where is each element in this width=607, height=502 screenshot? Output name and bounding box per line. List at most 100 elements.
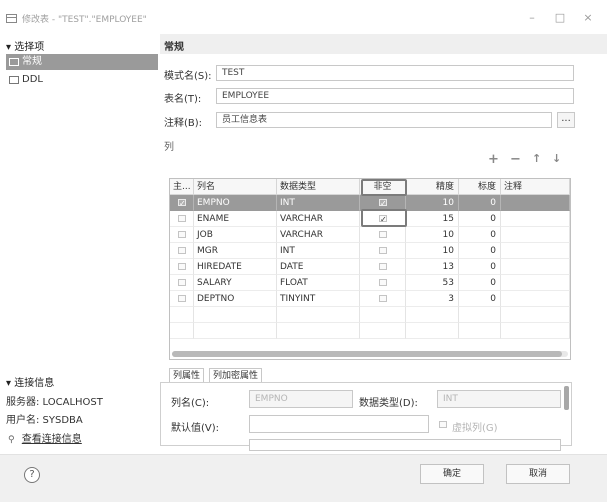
cell-pk[interactable] — [170, 195, 194, 211]
cell-notnull[interactable] — [360, 291, 406, 307]
datatype-field[interactable]: INT — [437, 390, 561, 408]
cell-notnull[interactable] — [360, 259, 406, 275]
tab-column-properties[interactable]: 列属性 — [169, 368, 205, 382]
cell-comment[interactable] — [501, 227, 570, 243]
cell-scale[interactable]: 0 — [459, 243, 501, 259]
comment-field[interactable]: 员工信息表 — [216, 112, 552, 128]
cell-precision[interactable]: 13 — [406, 259, 459, 275]
cell-name[interactable]: EMPNO — [194, 195, 277, 211]
header-precision[interactable]: 精度 — [406, 179, 459, 195]
properties-vertical-scrollbar[interactable] — [564, 386, 569, 410]
cell-name[interactable]: ENAME — [194, 211, 277, 227]
cell-comment[interactable] — [501, 275, 570, 291]
cell-scale[interactable]: 0 — [459, 291, 501, 307]
not-null-checkbox[interactable] — [379, 263, 387, 270]
header-type[interactable]: 数据类型 — [277, 179, 360, 195]
cell-notnull[interactable] — [360, 275, 406, 291]
primary-key-checkbox[interactable] — [178, 279, 186, 286]
cell-name[interactable]: HIREDATE — [194, 259, 277, 275]
cell-pk[interactable] — [170, 227, 194, 243]
cell-name[interactable]: JOB — [194, 227, 277, 243]
cell-precision[interactable]: 10 — [406, 227, 459, 243]
cell-pk[interactable] — [170, 211, 194, 227]
primary-key-checkbox[interactable] — [178, 215, 186, 222]
cell-type[interactable]: VARCHAR — [277, 211, 360, 227]
primary-key-checkbox[interactable] — [178, 196, 186, 210]
cell-pk[interactable] — [170, 291, 194, 307]
cell-precision[interactable]: 15 — [406, 211, 459, 227]
add-column-icon[interactable]: + — [488, 152, 499, 167]
cell-scale[interactable]: 0 — [459, 227, 501, 243]
maximize-button[interactable]: □ — [550, 10, 570, 26]
header-name[interactable]: 列名 — [194, 179, 277, 195]
cell-precision[interactable]: 53 — [406, 275, 459, 291]
cell-type[interactable]: VARCHAR — [277, 227, 360, 243]
move-up-icon[interactable]: ↑ — [532, 152, 541, 165]
cell-precision[interactable]: 10 — [406, 243, 459, 259]
options-section-header[interactable]: ▾ 选择项 — [6, 38, 44, 53]
nav-item-general[interactable]: 常规 — [6, 54, 158, 70]
primary-key-checkbox[interactable] — [178, 231, 186, 238]
not-null-checkbox[interactable] — [379, 247, 387, 254]
primary-key-checkbox[interactable] — [178, 247, 186, 254]
cell-comment[interactable] — [501, 259, 570, 275]
cell-comment[interactable] — [501, 195, 570, 211]
table-row[interactable]: MGR INT 10 0 — [170, 243, 570, 259]
table-name-field[interactable]: EMPLOYEE — [216, 88, 574, 104]
virtual-column-checkbox[interactable] — [439, 421, 447, 428]
cell-pk[interactable] — [170, 243, 194, 259]
move-down-icon[interactable]: ↓ — [552, 152, 561, 165]
close-button[interactable]: × — [578, 10, 598, 26]
cell-precision[interactable]: 3 — [406, 291, 459, 307]
table-row[interactable]: HIREDATE DATE 13 0 — [170, 259, 570, 275]
cell-name[interactable]: DEPTNO — [194, 291, 277, 307]
cell-scale[interactable]: 0 — [459, 195, 501, 211]
cell-scale[interactable]: 0 — [459, 211, 501, 227]
table-row[interactable]: JOB VARCHAR 10 0 — [170, 227, 570, 243]
cell-precision[interactable]: 10 — [406, 195, 459, 211]
default-field[interactable] — [249, 415, 429, 433]
connection-section-header[interactable]: ▾ 连接信息 — [6, 374, 54, 389]
ok-button[interactable]: 确定 — [420, 464, 484, 484]
cell-comment[interactable] — [501, 291, 570, 307]
cell-comment[interactable] — [501, 243, 570, 259]
tab-column-encryption[interactable]: 列加密属性 — [209, 368, 263, 382]
extra-field[interactable] — [249, 439, 561, 451]
cell-pk[interactable] — [170, 275, 194, 291]
cell-type[interactable]: DATE — [277, 259, 360, 275]
primary-key-checkbox[interactable] — [178, 295, 186, 302]
cell-type[interactable]: TINYINT — [277, 291, 360, 307]
remove-column-icon[interactable]: − — [510, 152, 521, 167]
table-horizontal-scrollbar[interactable] — [172, 351, 568, 357]
not-null-checkbox[interactable] — [379, 279, 387, 286]
cell-comment[interactable] — [501, 211, 570, 227]
header-comment[interactable]: 注释 — [501, 179, 570, 195]
not-null-checkbox[interactable] — [379, 196, 387, 210]
header-pk[interactable]: 主... — [170, 179, 194, 195]
scrollbar-thumb[interactable] — [172, 351, 562, 357]
help-icon[interactable]: ? — [24, 467, 40, 483]
cell-type[interactable]: INT — [277, 195, 360, 211]
comment-more-button[interactable]: ... — [557, 112, 575, 128]
cell-type[interactable]: INT — [277, 243, 360, 259]
nav-item-ddl[interactable]: DDL — [6, 72, 158, 88]
not-null-checkbox[interactable] — [379, 295, 387, 302]
minimize-button[interactable]: – — [522, 10, 542, 26]
schema-field[interactable]: TEST — [216, 65, 574, 81]
header-scale[interactable]: 标度 — [459, 179, 501, 195]
primary-key-checkbox[interactable] — [178, 263, 186, 270]
cell-name[interactable]: SALARY — [194, 275, 277, 291]
not-null-checkbox[interactable] — [379, 231, 387, 238]
view-connection-link[interactable]: ⚲ 查看连接信息 — [8, 430, 82, 445]
cell-notnull[interactable] — [360, 243, 406, 259]
cell-name[interactable]: MGR — [194, 243, 277, 259]
cell-pk[interactable] — [170, 259, 194, 275]
cancel-button[interactable]: 取消 — [506, 464, 570, 484]
cell-scale[interactable]: 0 — [459, 275, 501, 291]
table-row[interactable]: SALARY FLOAT 53 0 — [170, 275, 570, 291]
cell-type[interactable]: FLOAT — [277, 275, 360, 291]
cell-notnull[interactable] — [360, 227, 406, 243]
table-row[interactable]: DEPTNO TINYINT 3 0 — [170, 291, 570, 307]
cell-scale[interactable]: 0 — [459, 259, 501, 275]
colname-field[interactable]: EMPNO — [249, 390, 353, 408]
